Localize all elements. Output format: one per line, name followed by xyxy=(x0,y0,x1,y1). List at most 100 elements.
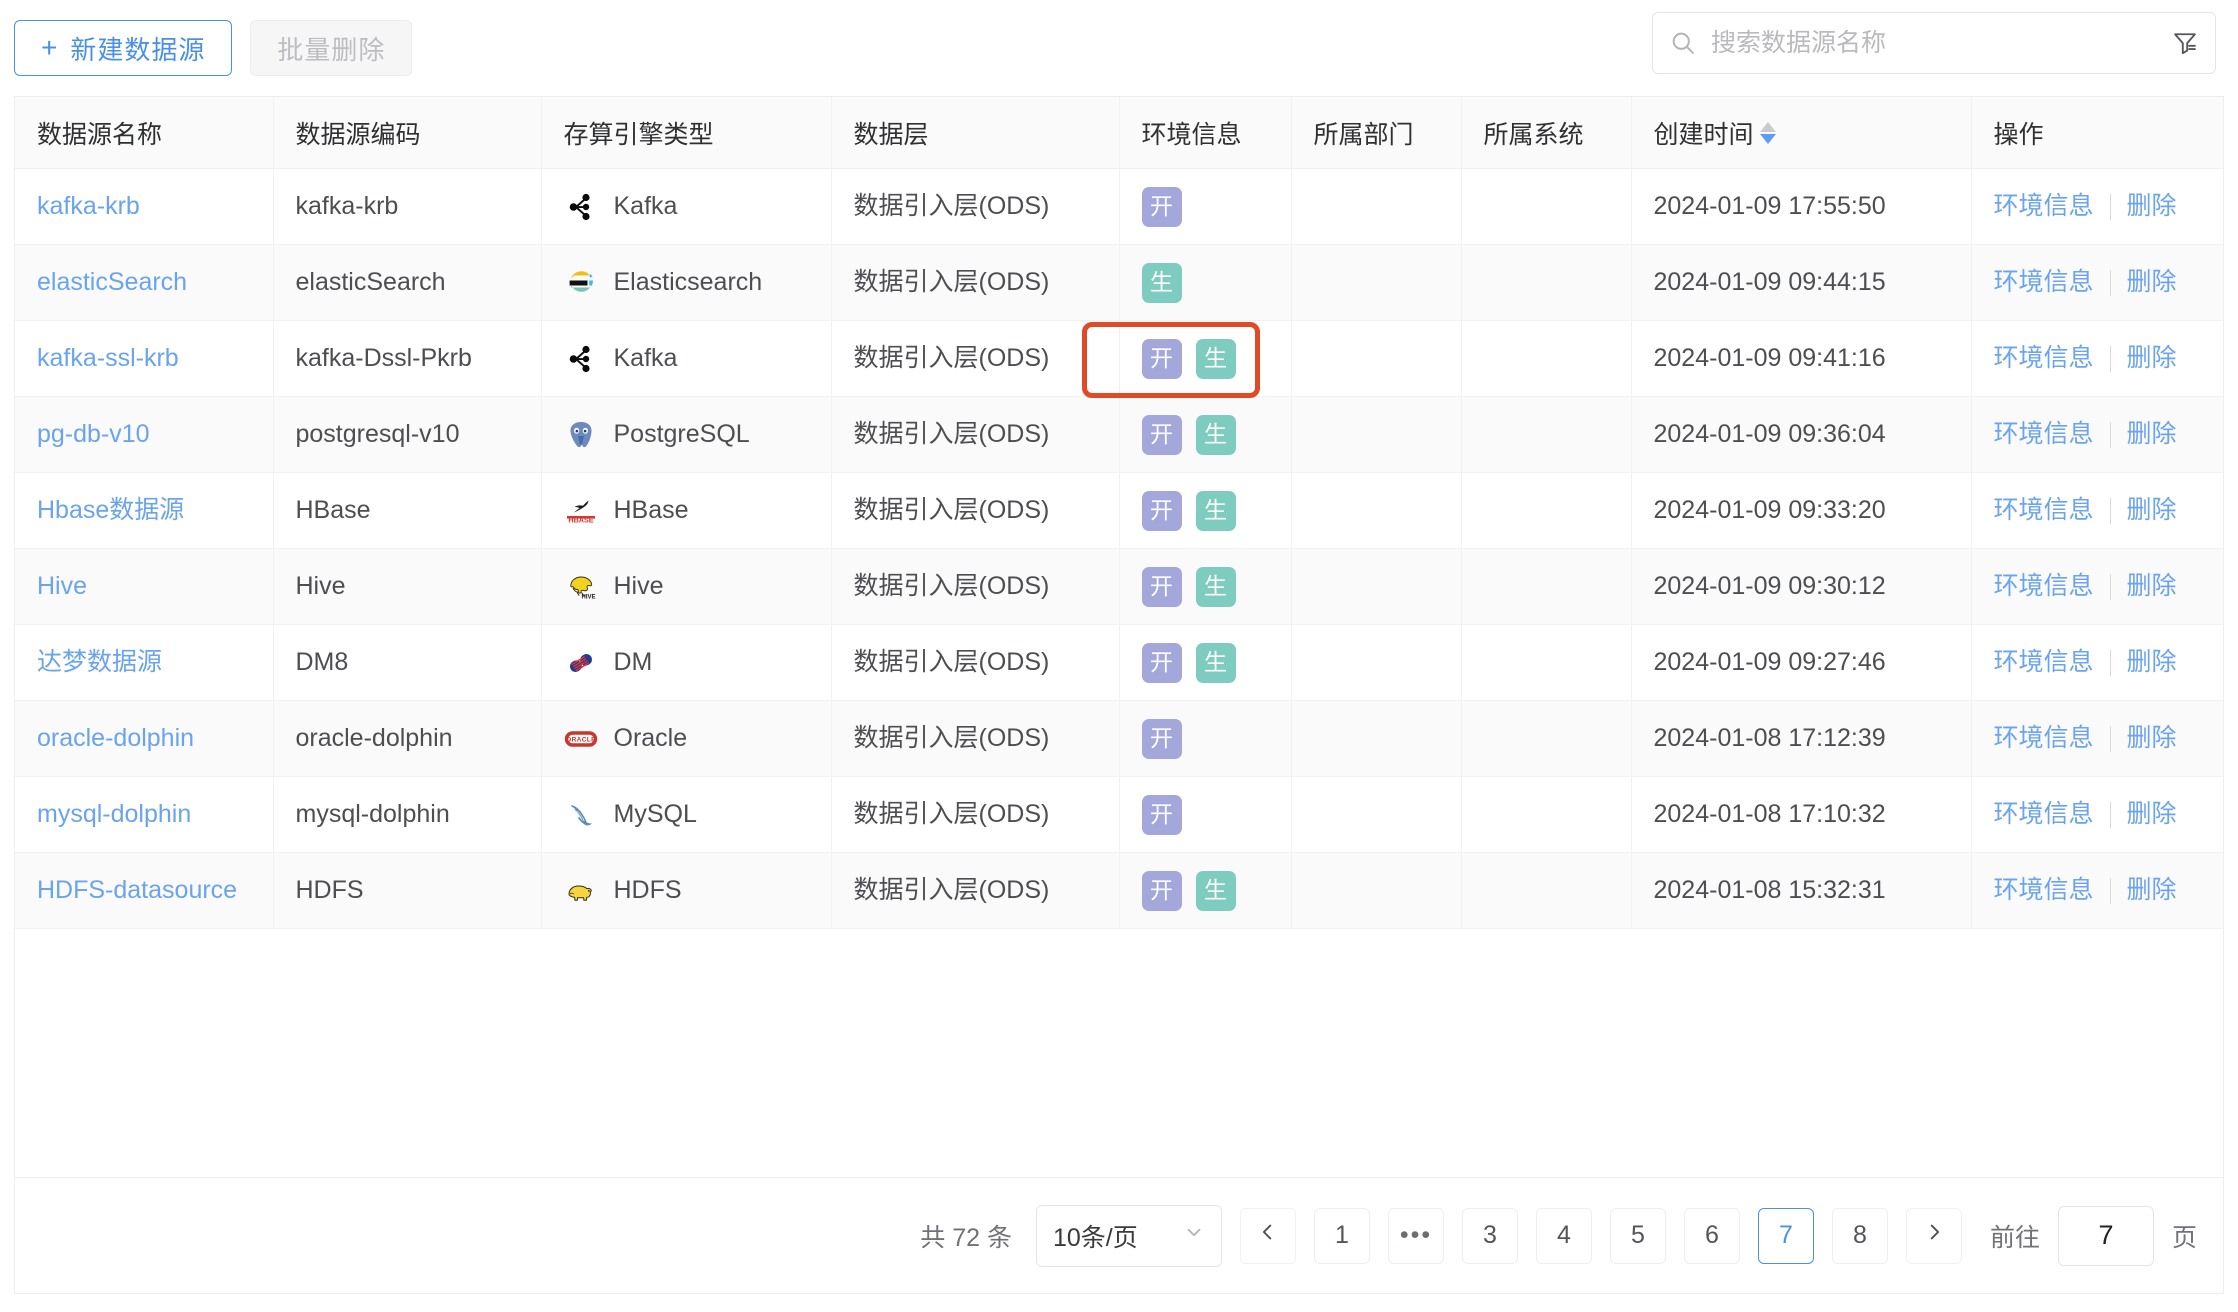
cell-name: kafka-krb xyxy=(15,168,274,245)
env-info-action[interactable]: 环境信息 xyxy=(1994,340,2094,376)
datasource-code: kafka-Dssl-Pkrb xyxy=(295,344,472,373)
create-datasource-button[interactable]: + 新建数据源 xyxy=(14,20,233,76)
datasource-table-card: 数据源名称 数据源编码 存算引擎类型 数据层 环境信息 所属部门 所属系统 创建… xyxy=(14,96,2224,1178)
env-info-action[interactable]: 环境信息 xyxy=(1994,644,2094,680)
env-info-action[interactable]: 环境信息 xyxy=(1994,492,2094,528)
cell-code: DM8 xyxy=(273,624,542,701)
cell-time: 2024-01-09 09:27:46 xyxy=(1631,624,1972,701)
env-info-action[interactable]: 环境信息 xyxy=(1994,264,2094,300)
delete-action[interactable]: 删除 xyxy=(2127,492,2177,528)
page-number-button[interactable]: 4 xyxy=(1535,1207,1592,1264)
datasource-name-link[interactable]: Hive xyxy=(37,572,87,600)
delete-action[interactable]: 删除 xyxy=(2127,720,2177,756)
col-header-code: 数据源编码 xyxy=(273,96,542,169)
col-header-system: 所属系统 xyxy=(1461,96,1632,169)
delete-action[interactable]: 删除 xyxy=(2127,340,2177,376)
table-row: kafka-krb kafka-krb Kafka 数据引入层(ODS) 开 2024-0… xyxy=(15,168,2223,245)
cell-env: 开生 xyxy=(1119,548,1292,625)
chevron-left-icon xyxy=(1257,1221,1279,1250)
table-header: 数据源名称 数据源编码 存算引擎类型 数据层 环境信息 所属部门 所属系统 创建… xyxy=(15,96,2223,169)
env-badge-dev: 开 xyxy=(1141,338,1182,379)
env-badge-dev: 开 xyxy=(1141,566,1182,607)
datasource-name-link[interactable]: elasticSearch xyxy=(37,268,187,296)
batch-delete-button[interactable]: 批量删除 xyxy=(250,20,413,76)
cell-dept xyxy=(1291,472,1462,549)
datasource-name-link[interactable]: pg-db-v10 xyxy=(37,420,150,448)
prev-page-button[interactable] xyxy=(1239,1207,1296,1264)
cell-dept xyxy=(1291,244,1462,321)
env-badge-prod: 生 xyxy=(1195,566,1236,607)
table-row: 达梦数据源 DM8 DM 数据引入层(ODS) 开生 2024-01-09 09:27:4… xyxy=(15,624,2223,701)
create-time: 2024-01-09 09:41:16 xyxy=(1653,344,1886,373)
delete-action[interactable]: 删除 xyxy=(2127,416,2177,452)
sort-desc-icon[interactable] xyxy=(1759,133,1776,144)
sort-create-time[interactable]: 创建时间 xyxy=(1654,115,1776,151)
datasource-name-link[interactable]: kafka-ssl-krb xyxy=(37,344,179,372)
env-info-action[interactable]: 环境信息 xyxy=(1994,188,2094,224)
page-number-button[interactable]: 6 xyxy=(1683,1207,1740,1264)
table-row: oracle-dolphin oracle-dolphin ORACLE Oracle… xyxy=(15,700,2223,777)
filter-icon[interactable] xyxy=(2171,29,2199,57)
sort-asc-icon[interactable] xyxy=(1759,121,1776,132)
page-ellipsis[interactable]: ••• xyxy=(1387,1207,1444,1264)
table-row: HDFS-datasource HDFS HDFS 数据引入层(ODS) 开生 2024-… xyxy=(15,852,2223,929)
page-number-button[interactable]: 1 xyxy=(1313,1207,1370,1264)
env-info-action[interactable]: 环境信息 xyxy=(1994,416,2094,452)
datasource-name-link[interactable]: Hbase数据源 xyxy=(37,496,184,524)
cell-time: 2024-01-09 17:55:50 xyxy=(1631,168,1972,245)
page-number-list: 1 ••• 3 4 5 6 7 8 xyxy=(1313,1207,1888,1264)
cell-name: elasticSearch xyxy=(15,244,274,321)
create-time: 2024-01-08 15:32:31 xyxy=(1653,876,1886,905)
datasource-name-link[interactable]: oracle-dolphin xyxy=(37,724,194,752)
sort-arrows-icon[interactable] xyxy=(1759,121,1776,144)
datasource-name-link[interactable]: mysql-dolphin xyxy=(37,800,191,828)
goto-page-input[interactable] xyxy=(2057,1205,2154,1266)
delete-action[interactable]: 删除 xyxy=(2127,188,2177,224)
cell-code: kafka-Dssl-Pkrb xyxy=(273,320,542,397)
search-box[interactable] xyxy=(1652,12,2216,74)
page-number-button[interactable]: 3 xyxy=(1461,1207,1518,1264)
cell-code: kafka-krb xyxy=(273,168,542,245)
col-header-actions: 操作 xyxy=(1971,96,2223,169)
page-number-button[interactable]: 8 xyxy=(1831,1207,1888,1264)
cell-name: HDFS-datasource xyxy=(15,852,274,929)
cell-code: Hive xyxy=(273,548,542,625)
datasource-list-page: + 新建数据源 批量删除 搜索数据源名称 数据源名称 数据源编码 存算引擎类型 … xyxy=(0,0,2238,1312)
search-input[interactable] xyxy=(1709,27,2159,59)
cell-engine: HIVE Hive xyxy=(541,548,832,625)
cell-dept xyxy=(1291,776,1462,853)
env-badge-dev: 开 xyxy=(1141,870,1182,911)
env-info-action[interactable]: 环境信息 xyxy=(1994,720,2094,756)
cell-code: HDFS xyxy=(273,852,542,929)
env-info-action[interactable]: 环境信息 xyxy=(1994,796,2094,832)
datasource-name-link[interactable]: 达梦数据源 xyxy=(37,648,162,676)
env-info-action[interactable]: 环境信息 xyxy=(1994,568,2094,604)
delete-action[interactable]: 删除 xyxy=(2127,872,2177,908)
next-page-button[interactable] xyxy=(1905,1207,1962,1264)
dm-icon xyxy=(564,646,598,680)
datasource-code: Hive xyxy=(295,572,346,601)
cell-dept xyxy=(1291,168,1462,245)
datasource-name-link[interactable]: HDFS-datasource xyxy=(37,876,237,904)
action-divider xyxy=(2109,725,2111,752)
oracle-icon: ORACLE xyxy=(564,722,598,756)
cell-name: pg-db-v10 xyxy=(15,396,274,473)
delete-action[interactable]: 删除 xyxy=(2127,568,2177,604)
page-number-button[interactable]: 7 xyxy=(1757,1207,1814,1264)
datasource-name-link[interactable]: kafka-krb xyxy=(37,192,140,220)
create-time: 2024-01-09 09:44:15 xyxy=(1653,268,1886,297)
col-header-time[interactable]: 创建时间 xyxy=(1631,96,1972,169)
delete-action[interactable]: 删除 xyxy=(2127,264,2177,300)
cell-time: 2024-01-09 09:44:15 xyxy=(1631,244,1972,321)
create-time: 2024-01-09 09:27:46 xyxy=(1653,648,1886,677)
cell-actions: 环境信息 删除 xyxy=(1971,700,2223,777)
col-label-name: 数据源名称 xyxy=(37,120,163,149)
env-badge-prod: 生 xyxy=(1195,338,1236,379)
delete-action[interactable]: 删除 xyxy=(2127,644,2177,680)
cell-system xyxy=(1461,472,1632,549)
cell-engine: PostgreSQL xyxy=(541,396,832,473)
page-size-select[interactable]: 10条/页 xyxy=(1035,1204,1222,1267)
delete-action[interactable]: 删除 xyxy=(2127,796,2177,832)
env-info-action[interactable]: 环境信息 xyxy=(1994,872,2094,908)
page-number-button[interactable]: 5 xyxy=(1609,1207,1666,1264)
